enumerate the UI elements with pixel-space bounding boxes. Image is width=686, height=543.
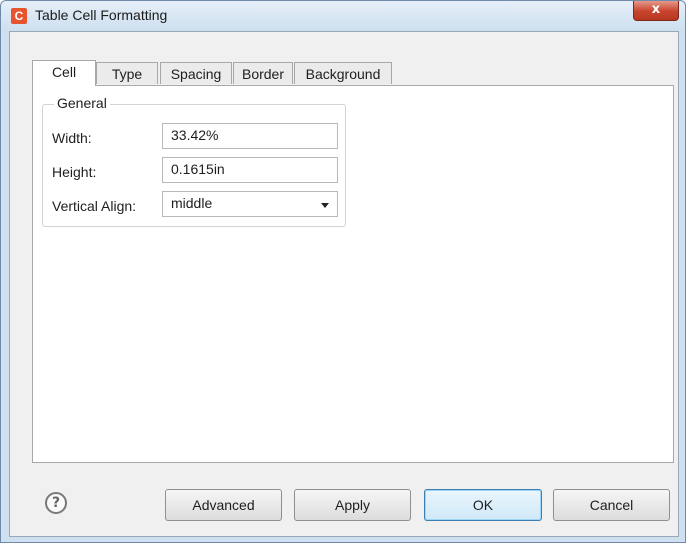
help-icon[interactable]: ?	[45, 492, 67, 514]
general-group-legend: General	[54, 95, 110, 111]
cancel-button[interactable]: Cancel	[553, 489, 670, 521]
height-label: Height:	[52, 164, 97, 180]
width-input[interactable]: 33.42%	[162, 123, 338, 149]
apply-button[interactable]: Apply	[294, 489, 411, 521]
tab-spacing[interactable]: Spacing	[160, 62, 232, 84]
app-icon: C	[11, 8, 27, 24]
tab-background[interactable]: Background	[294, 62, 392, 84]
dialog-title: Table Cell Formatting	[35, 7, 168, 23]
vertical-align-value: middle	[171, 195, 213, 211]
tab-type[interactable]: Type	[96, 62, 158, 84]
chevron-down-icon[interactable]	[321, 203, 329, 208]
ok-button[interactable]: OK	[424, 489, 542, 521]
vertical-align-select[interactable]: middle	[162, 191, 338, 217]
height-input[interactable]: 0.1615in	[162, 157, 338, 183]
tab-cell[interactable]: Cell	[32, 60, 96, 86]
vertical-align-label: Vertical Align:	[52, 198, 137, 214]
width-label: Width:	[52, 130, 92, 146]
advanced-button[interactable]: Advanced	[165, 489, 282, 521]
title-bar[interactable]: C Table Cell Formatting x	[1, 1, 685, 31]
close-button[interactable]: x	[633, 1, 679, 21]
tab-border[interactable]: Border	[233, 62, 293, 84]
